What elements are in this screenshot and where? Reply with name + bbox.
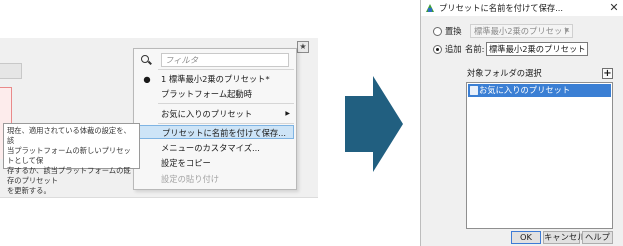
help-button[interactable]: ヘルプ [582, 231, 613, 244]
menu-item-label: 設定をコピー [161, 158, 211, 168]
context-menu: フィルタ ● 1 標準最小2乗のプリセット* プラットフォーム起動時 お気に入り… [133, 48, 297, 190]
bullet-icon: ● [143, 74, 151, 84]
add-label: 追加 [445, 44, 462, 54]
name-label: 名前: [465, 44, 485, 54]
menu-item-label: お気に入りのプリセット [161, 109, 253, 119]
app-logo-icon [425, 3, 435, 13]
add-radio[interactable] [433, 45, 442, 54]
tooltip-line: 存するか、該当プラットフォームの既存のプリセット [7, 166, 131, 185]
menu-item-paste-settings: 設定の貼り付け [134, 172, 296, 186]
replace-preset-value: 標準最小2乗のプリセット [474, 26, 571, 36]
folder-item-label: お気に入りのプリセット [479, 85, 571, 95]
close-icon[interactable]: ✕ [607, 0, 621, 16]
submenu-arrow-icon: ▶ [285, 110, 290, 117]
menu-item-customize-menus[interactable]: メニューのカスタマイズ... [134, 141, 296, 155]
filter-input[interactable]: フィルタ [161, 53, 289, 67]
menu-item-label: プラットフォーム起動時 [161, 89, 253, 99]
chevron-down-icon: ▼ [564, 27, 569, 34]
folder-item-favorites[interactable]: お気に入りのプリセット [468, 84, 611, 97]
add-folder-button[interactable]: + [602, 68, 613, 79]
app-toolbar-fragment [0, 63, 22, 79]
tooltip-line: を更新する。 [7, 186, 51, 195]
tooltip: 現在、適用されている体裁の設定を、該 当プラットフォームの新しいプリセットとして… [3, 123, 140, 195]
menu-separator [158, 123, 294, 124]
cancel-button[interactable]: キャンセル [543, 231, 586, 244]
menu-item-platform-startup[interactable]: プラットフォーム起動時 [134, 87, 296, 101]
folder-list[interactable]: お気に入りのプリセット [466, 82, 613, 229]
folder-icon [470, 86, 478, 95]
replace-preset-select: 標準最小2乗のプリセット ▼ [470, 24, 573, 38]
menu-item-favorite-presets[interactable]: お気に入りのプリセット ▶ [134, 107, 296, 121]
replace-label: 置換 [445, 26, 462, 36]
menu-item-label: 1 標準最小2乗のプリセット* [161, 74, 270, 84]
folder-section-label: 対象フォルダの選択 [467, 68, 542, 78]
menu-item-current-preset[interactable]: ● 1 標準最小2乗のプリセット* [134, 72, 296, 86]
tooltip-line: 現在、適用されている体裁の設定を、該 [7, 126, 131, 145]
pin-icon[interactable]: ★ [297, 41, 309, 53]
tooltip-line: 当プラットフォームの新しいプリセットとして保 [7, 146, 131, 165]
dialog-title: プリセットに名前を付けて保存... [439, 3, 564, 13]
menu-separator [158, 103, 294, 104]
right-arrow-icon [345, 76, 403, 172]
dialog-titlebar: プリセットに名前を付けて保存... ✕ [421, 0, 623, 16]
menu-item-copy-settings[interactable]: 設定をコピー [134, 156, 296, 170]
menu-item-label: 設定の貼り付け [161, 174, 220, 184]
menu-item-label: メニューのカスタマイズ... [161, 143, 260, 153]
search-icon [141, 55, 149, 63]
menu-item-save-preset-as[interactable]: プリセットに名前を付けて保存... [136, 125, 294, 139]
menu-separator [158, 69, 294, 70]
name-input[interactable]: 標準最小2乗のプリセット [486, 42, 588, 56]
replace-radio[interactable] [433, 27, 442, 36]
ok-button[interactable]: OK [511, 231, 541, 244]
filter-row: フィルタ [134, 51, 296, 67]
menu-item-label: プリセットに名前を付けて保存... [162, 128, 287, 138]
